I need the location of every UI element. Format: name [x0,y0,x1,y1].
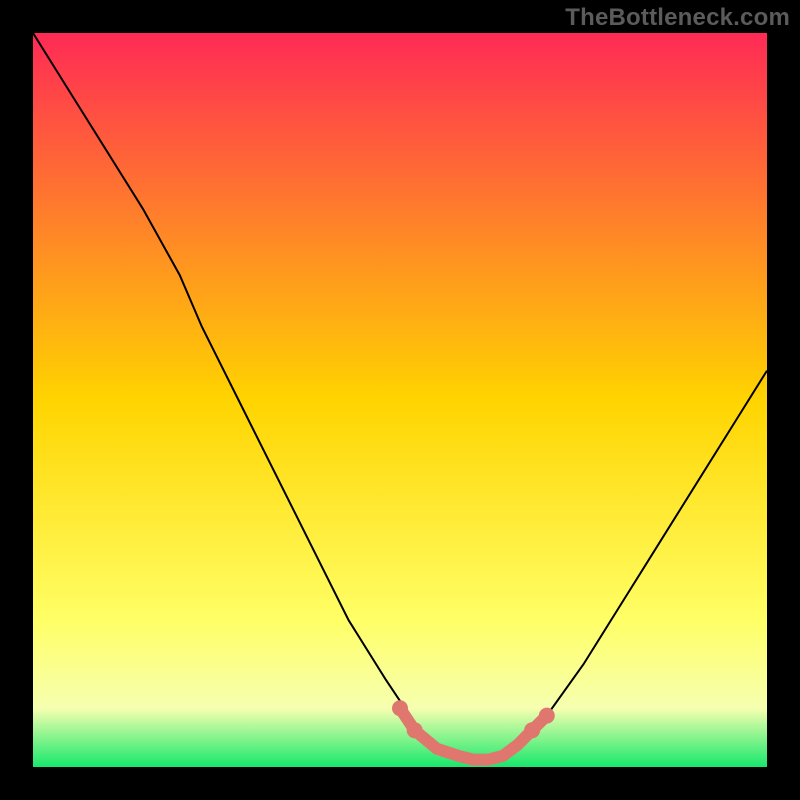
valley-marker-dot [392,700,408,716]
valley-marker-dot [539,708,555,724]
chart-frame: TheBottleneck.com [0,0,800,800]
valley-marker-dot [524,722,540,738]
plot-area [33,33,767,767]
gradient-background [33,33,767,767]
plot-svg [33,33,767,767]
valley-marker-dot [407,722,423,738]
watermark-text: TheBottleneck.com [565,4,790,32]
